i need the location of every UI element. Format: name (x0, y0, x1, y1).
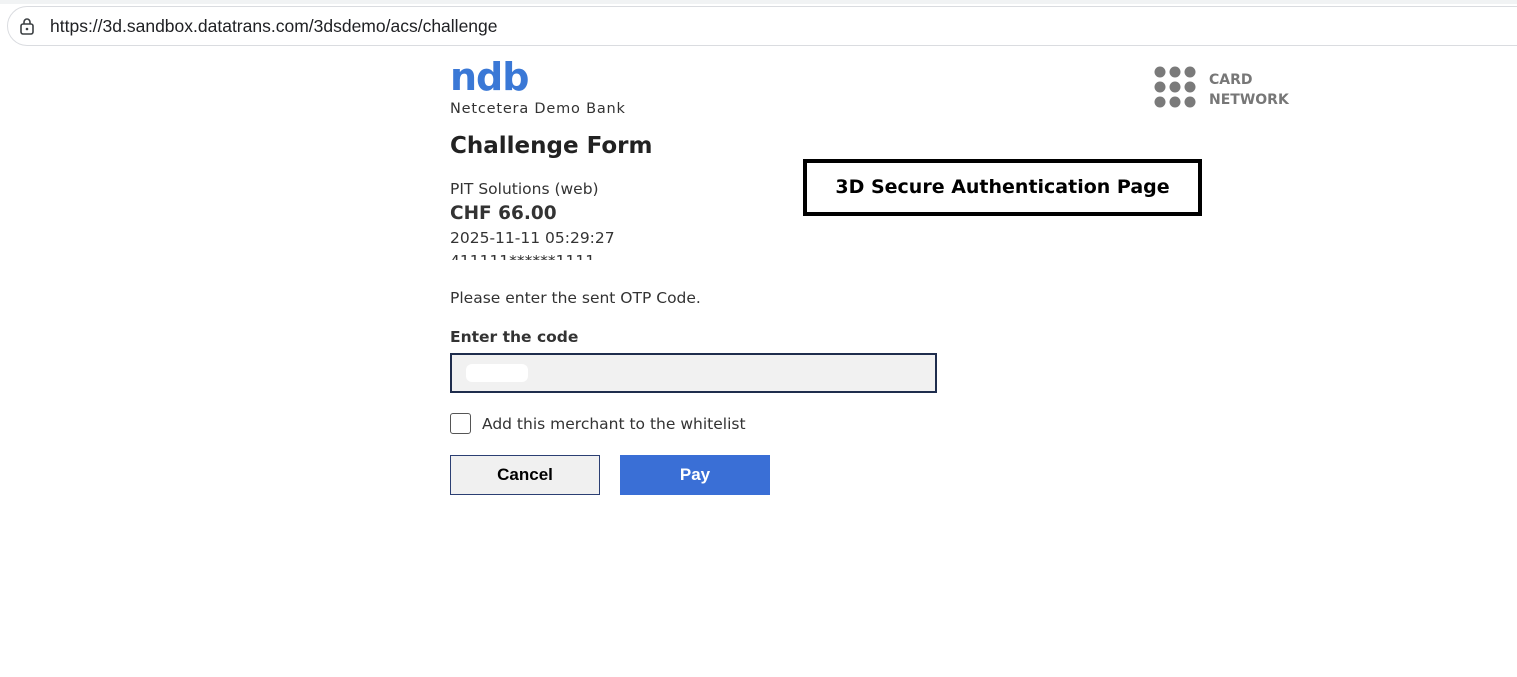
card-network-label: CARD NETWORK (1209, 70, 1289, 110)
annotation-label: 3D Secure Authentication Page (803, 159, 1202, 216)
redacted-code-mask (466, 364, 528, 382)
browser-address-bar: https://3d.sandbox.datatrans.com/3dsdemo… (0, 0, 1517, 52)
merchant-name: PIT Solutions (web) (450, 180, 599, 198)
page-title: Challenge Form (450, 133, 653, 159)
transaction-datetime: 2025-11-11 05:29:27 (450, 229, 615, 247)
card-number: 411111******1111 (450, 252, 595, 260)
whitelist-checkbox[interactable] (450, 413, 471, 434)
bank-name: Netcetera Demo Bank (450, 101, 626, 117)
card-number-clip: 411111******1111 (450, 252, 750, 260)
site-info-icon[interactable] (19, 17, 35, 35)
transaction-amount: CHF 66.00 (450, 203, 557, 224)
browser-tab-strip (0, 0, 1517, 4)
bank-logo: ndb (450, 55, 529, 99)
card-network-line2: NETWORK (1209, 92, 1289, 108)
whitelist-checkbox-label[interactable]: Add this merchant to the whitelist (482, 415, 746, 433)
url-text[interactable]: https://3d.sandbox.datatrans.com/3dsdemo… (50, 16, 498, 37)
card-network-dots-icon (1154, 66, 1196, 108)
pay-button[interactable]: Pay (620, 455, 770, 495)
otp-instructions: Please enter the sent OTP Code. (450, 289, 701, 307)
card-network-line1: CARD (1209, 72, 1253, 88)
cancel-button[interactable]: Cancel (450, 455, 600, 495)
code-field-label: Enter the code (450, 328, 579, 346)
